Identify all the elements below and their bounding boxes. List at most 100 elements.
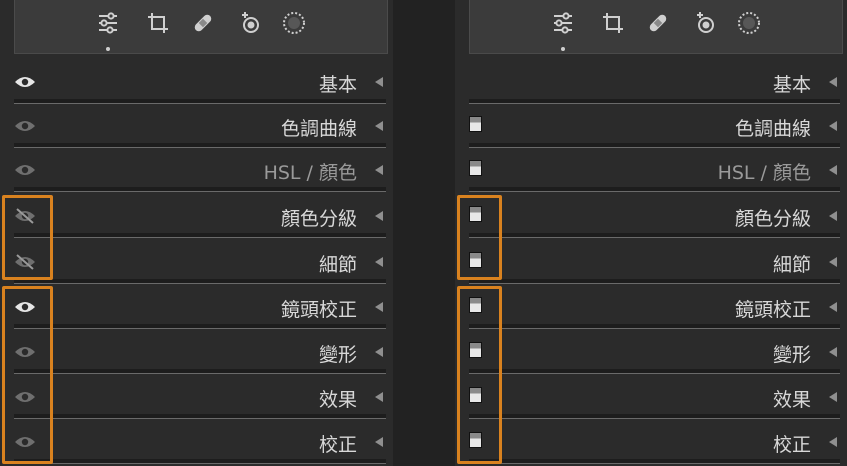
divider <box>469 459 840 464</box>
section-label: 校正 <box>772 434 811 456</box>
eye-icon[interactable] <box>14 389 36 405</box>
active-tool-indicator <box>106 47 110 51</box>
section-label: 鏡頭校正 <box>280 299 357 321</box>
toggle-switch[interactable] <box>469 387 482 403</box>
section-tone-curve[interactable]: 色調曲線 <box>0 104 393 148</box>
expand-arrow-icon[interactable] <box>375 437 383 447</box>
expand-arrow-icon[interactable] <box>375 392 383 402</box>
section-label: 基本 <box>318 74 357 96</box>
eye-off-icon[interactable] <box>14 208 36 224</box>
expand-arrow-icon[interactable] <box>829 257 837 267</box>
section-label: 效果 <box>772 389 811 411</box>
sliders-icon[interactable] <box>550 10 576 36</box>
section-label: 變形 <box>318 344 357 366</box>
expand-arrow-icon[interactable] <box>829 165 837 175</box>
section-tone-curve[interactable]: 色調曲線 <box>455 104 847 148</box>
expand-arrow-icon[interactable] <box>375 257 383 267</box>
expand-arrow-icon[interactable] <box>829 302 837 312</box>
expand-arrow-icon[interactable] <box>375 165 383 175</box>
expand-arrow-icon[interactable] <box>829 347 837 357</box>
section-label: 鏡頭校正 <box>734 299 811 321</box>
redeye-icon[interactable] <box>237 10 263 36</box>
eye-icon[interactable] <box>14 299 36 315</box>
divider <box>14 279 386 284</box>
eye-icon[interactable] <box>14 434 36 450</box>
divider <box>469 324 840 329</box>
expand-arrow-icon[interactable] <box>829 392 837 402</box>
eye-icon[interactable] <box>14 74 36 90</box>
section-label: HSL / 顏色 <box>717 162 811 184</box>
divider <box>14 187 386 192</box>
tool-strip <box>14 0 388 54</box>
eye-icon[interactable] <box>14 344 36 360</box>
toggle-switch[interactable] <box>469 297 482 313</box>
expand-arrow-icon[interactable] <box>829 77 837 87</box>
healing-icon[interactable] <box>190 10 216 36</box>
left-panel: 基本 色調曲線 HSL / 顏色 顏色分級 細節 鏡頭校正 變形 效果 校正 <box>0 0 393 466</box>
tool-strip <box>469 0 843 54</box>
right-panel: 基本 色調曲線 HSL / 顏色 顏色分級 細節 鏡頭校正 變形 效果 校正 <box>455 0 847 466</box>
section-color-grading[interactable]: 顏色分級 <box>0 194 393 238</box>
divider <box>469 187 840 192</box>
section-transform[interactable]: 變形 <box>0 330 393 374</box>
expand-arrow-icon[interactable] <box>375 211 383 221</box>
expand-arrow-icon[interactable] <box>375 302 383 312</box>
eye-icon[interactable] <box>14 162 36 178</box>
eye-icon[interactable] <box>14 118 36 134</box>
divider <box>469 233 840 238</box>
section-label: 效果 <box>318 389 357 411</box>
toggle-switch[interactable] <box>469 252 482 268</box>
toggle-switch[interactable] <box>469 160 482 176</box>
section-label: 色調曲線 <box>280 118 357 140</box>
toggle-switch[interactable] <box>469 342 482 358</box>
toggle-switch[interactable] <box>469 116 482 132</box>
section-label: 細節 <box>772 254 811 276</box>
divider <box>14 233 386 238</box>
section-detail[interactable]: 細節 <box>455 240 847 284</box>
panel-gap <box>393 0 455 466</box>
section-calibration[interactable]: 校正 <box>455 420 847 464</box>
active-tool-indicator <box>561 47 565 51</box>
expand-arrow-icon[interactable] <box>375 121 383 131</box>
crop-icon[interactable] <box>145 10 171 36</box>
divider <box>14 324 386 329</box>
section-hsl[interactable]: HSL / 顏色 <box>455 148 847 192</box>
healing-icon[interactable] <box>645 10 671 36</box>
redeye-icon[interactable] <box>692 10 718 36</box>
divider <box>469 414 840 419</box>
expand-arrow-icon[interactable] <box>829 211 837 221</box>
section-label: HSL / 顏色 <box>263 162 357 184</box>
section-color-grading[interactable]: 顏色分級 <box>455 194 847 238</box>
sliders-icon[interactable] <box>95 10 121 36</box>
toggle-switch[interactable] <box>469 206 482 222</box>
section-hsl[interactable]: HSL / 顏色 <box>0 148 393 192</box>
section-label: 色調曲線 <box>734 118 811 140</box>
expand-arrow-icon[interactable] <box>829 437 837 447</box>
crop-icon[interactable] <box>600 10 626 36</box>
section-lens-corrections[interactable]: 鏡頭校正 <box>0 285 393 329</box>
eye-off-icon[interactable] <box>14 254 36 270</box>
section-label: 變形 <box>772 344 811 366</box>
section-basic[interactable]: 基本 <box>455 60 847 104</box>
divider <box>469 279 840 284</box>
section-calibration[interactable]: 校正 <box>0 420 393 464</box>
section-label: 校正 <box>318 434 357 456</box>
section-label: 基本 <box>772 74 811 96</box>
section-label: 顏色分級 <box>734 208 811 230</box>
section-transform[interactable]: 變形 <box>455 330 847 374</box>
masking-icon[interactable] <box>281 10 307 36</box>
section-effects[interactable]: 效果 <box>0 375 393 419</box>
section-detail[interactable]: 細節 <box>0 240 393 284</box>
expand-arrow-icon[interactable] <box>829 121 837 131</box>
divider <box>14 369 386 374</box>
section-label: 顏色分級 <box>280 208 357 230</box>
expand-arrow-icon[interactable] <box>375 77 383 87</box>
section-effects[interactable]: 效果 <box>455 375 847 419</box>
section-label: 細節 <box>318 254 357 276</box>
masking-icon[interactable] <box>736 10 762 36</box>
section-lens-corrections[interactable]: 鏡頭校正 <box>455 285 847 329</box>
divider <box>14 414 386 419</box>
expand-arrow-icon[interactable] <box>375 347 383 357</box>
toggle-switch[interactable] <box>469 432 482 448</box>
section-basic[interactable]: 基本 <box>0 60 393 104</box>
